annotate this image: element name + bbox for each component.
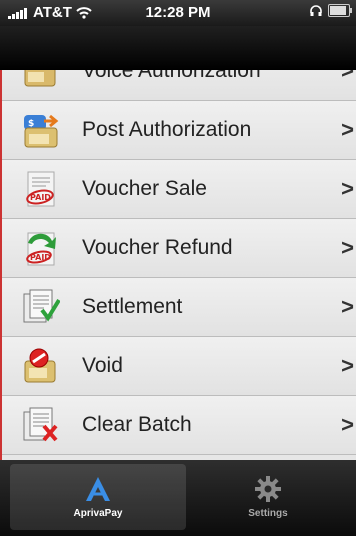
battery-icon — [328, 4, 352, 17]
voucher-sale-icon: PAID — [26, 171, 55, 207]
post-authorization-icon: $ — [24, 114, 59, 148]
tab-settings[interactable]: Settings — [180, 464, 356, 530]
menu-item-label: Post Authorization — [82, 118, 252, 141]
clear-batch-icon — [23, 407, 58, 442]
void-icon — [24, 348, 56, 383]
aprivapay-icon — [86, 477, 110, 501]
menu-item-label: Voice Authorization — [82, 70, 261, 82]
chevron-right-icon: > — [341, 412, 354, 437]
menu-item-label: Voucher Sale — [82, 177, 207, 200]
chevron-right-icon: > — [341, 294, 354, 319]
gear-icon — [255, 476, 281, 502]
tab-label: AprivaPay — [73, 508, 123, 519]
tab-label: Settings — [248, 508, 288, 519]
tab-aprivapay[interactable]: AprivaPay — [10, 464, 186, 530]
menu-item-label: Clear Batch — [82, 413, 192, 436]
chevron-right-icon: > — [341, 117, 354, 142]
chevron-right-icon: > — [341, 235, 354, 260]
menu-item-label: Void — [82, 354, 123, 377]
voucher-refund-icon: PAID — [26, 232, 56, 266]
chevron-right-icon: > — [341, 353, 354, 378]
settlement-icon — [23, 289, 60, 323]
menu-item-voucher-sale[interactable]: PAID Voucher Sale > — [2, 160, 356, 219]
menu-item-settlement[interactable]: Settlement > — [2, 278, 356, 337]
svg-text:PAID: PAID — [30, 253, 51, 262]
transaction-menu-list: Voice Authorization > $ Post Authorizati… — [0, 70, 356, 460]
menu-item-void[interactable]: Void > — [2, 337, 356, 396]
chevron-right-icon: > — [341, 70, 354, 83]
menu-item-label: Voucher Refund — [82, 236, 233, 259]
svg-text:PAID: PAID — [30, 193, 51, 202]
app-screen: AT&T 12:28 PM Voice Authorization > $ Po… — [0, 0, 356, 536]
voice-authorization-icon — [24, 70, 56, 87]
tab-bar: AprivaPay Settings — [0, 460, 356, 536]
navigation-bar — [0, 26, 356, 70]
menu-item-clear-batch[interactable]: Clear Batch > — [2, 396, 356, 455]
menu-item-label: Settlement — [82, 295, 183, 318]
status-time: 12:28 PM — [145, 4, 211, 21]
headphones-icon — [310, 4, 322, 16]
menu-item-voucher-refund[interactable]: PAID Voucher Refund > — [2, 219, 356, 278]
status-bar: AT&T 12:28 PM — [0, 0, 356, 26]
chevron-right-icon: > — [341, 176, 354, 201]
menu-item-voice-authorization[interactable]: Voice Authorization > — [2, 70, 356, 101]
menu-item-post-authorization[interactable]: $ Post Authorization > — [2, 101, 356, 160]
